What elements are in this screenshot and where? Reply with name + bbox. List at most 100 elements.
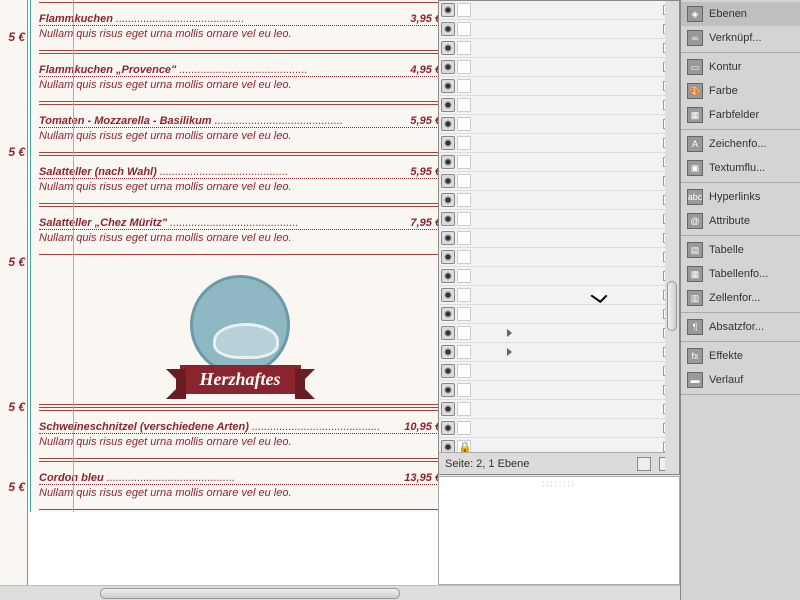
visibility-icon[interactable] xyxy=(441,41,455,55)
lock-cell[interactable] xyxy=(457,193,471,207)
visibility-icon[interactable] xyxy=(441,155,455,169)
document-canvas[interactable]: 5 € 5 € 5 € 5 € 5 € Flammkuchen ........… xyxy=(0,0,438,585)
visibility-icon[interactable] xyxy=(441,402,455,416)
visibility-icon[interactable] xyxy=(441,326,455,340)
menu-item[interactable]: Flammkuchen „Provence" .................… xyxy=(31,62,438,93)
lock-cell[interactable] xyxy=(457,383,471,397)
panel-tab-effekte[interactable]: fxEffekte xyxy=(681,344,800,368)
layer-row[interactable] xyxy=(439,419,679,438)
horizontal-scrollbar[interactable] xyxy=(0,585,680,600)
layer-row[interactable] xyxy=(439,305,679,324)
layer-row[interactable] xyxy=(439,400,679,419)
layer-row[interactable] xyxy=(439,153,679,172)
layer-row[interactable] xyxy=(439,115,679,134)
visibility-icon[interactable] xyxy=(441,231,455,245)
menu-item[interactable]: Salatteller (nach Wahl) ................… xyxy=(31,164,438,195)
layer-row[interactable] xyxy=(439,134,679,153)
layer-row[interactable] xyxy=(439,77,679,96)
menu-page[interactable]: Flammkuchen ............................… xyxy=(30,0,438,512)
visibility-icon[interactable] xyxy=(441,3,455,17)
menu-item[interactable]: Flammkuchen ............................… xyxy=(31,11,438,42)
lock-cell[interactable] xyxy=(457,155,471,169)
layers-scrollbar[interactable] xyxy=(665,1,679,452)
visibility-icon[interactable] xyxy=(441,288,455,302)
lock-cell[interactable] xyxy=(457,41,471,55)
lock-cell[interactable] xyxy=(457,402,471,416)
layer-row[interactable] xyxy=(439,58,679,77)
visibility-icon[interactable] xyxy=(441,117,455,131)
layer-row[interactable] xyxy=(439,229,679,248)
lock-cell[interactable] xyxy=(457,269,471,283)
visibility-icon[interactable] xyxy=(441,193,455,207)
visibility-icon[interactable] xyxy=(441,364,455,378)
panel-tab-kontur[interactable]: ▭Kontur xyxy=(681,55,800,79)
lock-cell[interactable] xyxy=(457,212,471,226)
visibility-icon[interactable] xyxy=(441,421,455,435)
layer-row[interactable] xyxy=(439,96,679,115)
lock-cell[interactable] xyxy=(457,250,471,264)
panel-tab-tabelle[interactable]: ▤Tabelle xyxy=(681,238,800,262)
layer-row[interactable] xyxy=(439,381,679,400)
panel-tab-tabellenfo[interactable]: ▦Tabellenfo... xyxy=(681,262,800,286)
visibility-icon[interactable] xyxy=(441,345,455,359)
panel-tab-farbfelder[interactable]: ▦Farbfelder xyxy=(681,103,800,127)
expand-icon[interactable] xyxy=(507,329,512,337)
panel-tab-ebenen[interactable]: ◈Ebenen xyxy=(681,2,800,26)
new-layer-icon[interactable] xyxy=(637,457,651,471)
lock-cell[interactable] xyxy=(457,79,471,93)
visibility-icon[interactable] xyxy=(441,250,455,264)
panel-dock[interactable]: ◈Ebenen∞Verknüpf... ▭Kontur🎨Farbe▦Farbfel… xyxy=(680,0,800,600)
lock-cell[interactable] xyxy=(457,326,471,340)
layer-row[interactable] xyxy=(439,20,679,39)
lock-cell[interactable] xyxy=(457,174,471,188)
lock-cell[interactable]: 🔒 xyxy=(457,440,471,452)
panel-tab-textumflu[interactable]: ▣Textumflu... xyxy=(681,156,800,180)
visibility-icon[interactable] xyxy=(441,440,455,452)
panel-tab-absatzfor[interactable]: ¶Absatzfor... xyxy=(681,315,800,339)
layer-row[interactable] xyxy=(439,324,679,343)
lock-cell[interactable] xyxy=(457,136,471,150)
layers-panel[interactable]: 🔒 Seite: 2, 1 Ebene xyxy=(438,0,680,475)
lock-cell[interactable] xyxy=(457,307,471,321)
lock-cell[interactable] xyxy=(457,117,471,131)
visibility-icon[interactable] xyxy=(441,22,455,36)
menu-item[interactable]: Salatteller „Chez Müritz" ..............… xyxy=(31,215,438,246)
layer-row[interactable]: 🔒 xyxy=(439,438,679,452)
lock-cell[interactable] xyxy=(457,345,471,359)
lock-cell[interactable] xyxy=(457,98,471,112)
lock-cell[interactable] xyxy=(457,231,471,245)
panel-tab-verlauf[interactable]: ▬Verlauf xyxy=(681,368,800,392)
layer-row[interactable] xyxy=(439,362,679,381)
lock-cell[interactable] xyxy=(457,421,471,435)
visibility-icon[interactable] xyxy=(441,383,455,397)
panel-tab-verknpf[interactable]: ∞Verknüpf... xyxy=(681,26,800,50)
layer-row[interactable] xyxy=(439,267,679,286)
visibility-icon[interactable] xyxy=(441,98,455,112)
layer-row[interactable] xyxy=(439,1,679,20)
visibility-icon[interactable] xyxy=(441,212,455,226)
visibility-icon[interactable] xyxy=(441,60,455,74)
layer-row[interactable] xyxy=(439,248,679,267)
visibility-icon[interactable] xyxy=(441,174,455,188)
menu-item[interactable]: Tomaten - Mozzarella - Basilikum .......… xyxy=(31,113,438,144)
visibility-icon[interactable] xyxy=(441,136,455,150)
layer-row[interactable] xyxy=(439,172,679,191)
layer-row[interactable] xyxy=(439,343,679,362)
visibility-icon[interactable] xyxy=(441,307,455,321)
panel-tab-zeichenfo[interactable]: AZeichenfo... xyxy=(681,132,800,156)
panel-tab-attribute[interactable]: @Attribute xyxy=(681,209,800,233)
lock-cell[interactable] xyxy=(457,3,471,17)
layer-row[interactable] xyxy=(439,210,679,229)
layer-list[interactable]: 🔒 xyxy=(439,1,679,452)
expand-icon[interactable] xyxy=(507,348,512,356)
lock-cell[interactable] xyxy=(457,22,471,36)
lock-cell[interactable] xyxy=(457,60,471,74)
visibility-icon[interactable] xyxy=(441,269,455,283)
visibility-icon[interactable] xyxy=(441,79,455,93)
layer-row[interactable] xyxy=(439,39,679,58)
panel-tab-zellenfor[interactable]: ▥Zellenfor... xyxy=(681,286,800,310)
panel-tab-farbe[interactable]: 🎨Farbe xyxy=(681,79,800,103)
panel-tab-hyperlinks[interactable]: abcHyperlinks xyxy=(681,185,800,209)
layer-row[interactable] xyxy=(439,286,679,305)
lock-cell[interactable] xyxy=(457,288,471,302)
